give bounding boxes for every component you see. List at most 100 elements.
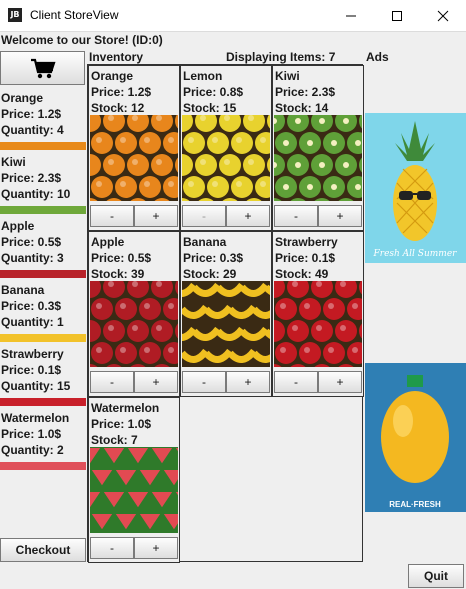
increase-button[interactable]: + xyxy=(134,371,178,393)
cart-item-image xyxy=(0,334,86,342)
increase-button[interactable]: + xyxy=(134,205,178,227)
cart-item-quantity: Quantity: 10 xyxy=(1,187,71,201)
product-card-kiwi: Kiwi Price: 2.3$ Stock: 14 - + xyxy=(272,65,364,231)
cart-item[interactable]: Banana Price: 0.3$ Quantity: 1 xyxy=(0,282,86,342)
product-price: Price: 1.0$ xyxy=(91,417,152,431)
decrease-button[interactable]: - xyxy=(182,205,226,227)
cart-item-image xyxy=(0,206,86,214)
maximize-button[interactable] xyxy=(374,0,420,31)
decrease-button[interactable]: - xyxy=(274,371,318,393)
product-stock: Stock: 12 xyxy=(91,101,145,115)
cart-item-quantity: Quantity: 2 xyxy=(1,443,64,457)
cart-item[interactable]: Apple Price: 0.5$ Quantity: 3 xyxy=(0,218,86,278)
cart-item[interactable]: Watermelon Price: 1.0$ Quantity: 2 xyxy=(0,410,86,470)
product-image xyxy=(182,281,270,367)
ad-caption: REAL·FRESH xyxy=(389,500,441,509)
product-card-lemon: Lemon Price: 0.8$ Stock: 15 - + xyxy=(180,65,272,231)
product-card-banana: Banana Price: 0.3$ Stock: 29 - + xyxy=(180,231,272,397)
cart-item-name: Strawberry xyxy=(1,347,64,361)
product-price: Price: 0.5$ xyxy=(91,251,152,265)
cart-item-name: Apple xyxy=(1,219,35,233)
ads-label: Ads xyxy=(366,50,389,64)
cart-item-price: Price: 2.3$ xyxy=(1,171,62,185)
increase-button[interactable]: + xyxy=(226,205,270,227)
product-stock: Stock: 7 xyxy=(91,433,138,447)
product-name: Apple xyxy=(91,235,125,249)
cart-item[interactable]: Kiwi Price: 2.3$ Quantity: 10 xyxy=(0,154,86,214)
product-name: Watermelon xyxy=(91,401,160,415)
close-icon xyxy=(437,10,449,22)
ad-pineapple[interactable]: Fresh All Summer xyxy=(365,113,466,263)
minimize-button[interactable] xyxy=(328,0,374,31)
cart-item-image xyxy=(0,270,86,278)
checkout-button[interactable]: Checkout xyxy=(0,538,86,562)
maximize-icon xyxy=(392,11,402,21)
product-name: Strawberry xyxy=(275,235,338,249)
cart-item[interactable]: Orange Price: 1.2$ Quantity: 4 xyxy=(0,90,86,150)
cart-item-image xyxy=(0,462,86,470)
close-button[interactable] xyxy=(420,0,466,31)
product-card-orange: Orange Price: 1.2$ Stock: 12 - + xyxy=(88,65,180,231)
cart-item-name: Orange xyxy=(1,91,44,105)
decrease-button[interactable]: - xyxy=(182,371,226,393)
product-price: Price: 0.3$ xyxy=(183,251,244,265)
product-stock: Stock: 49 xyxy=(275,267,329,281)
increase-button[interactable]: + xyxy=(226,371,270,393)
product-image xyxy=(90,115,178,201)
cart-item-price: Price: 1.0$ xyxy=(1,427,62,441)
quit-button[interactable]: Quit xyxy=(408,564,464,588)
welcome-message: Welcome to our Store! (ID:0) xyxy=(1,33,163,47)
ad-caption: Fresh All Summer xyxy=(373,249,458,259)
decrease-button[interactable]: - xyxy=(90,205,134,227)
decrease-button[interactable]: - xyxy=(90,371,134,393)
cart-item-price: Price: 1.2$ xyxy=(1,107,62,121)
shopping-cart-icon xyxy=(31,58,56,79)
product-stock: Stock: 14 xyxy=(275,101,329,115)
product-stock: Stock: 29 xyxy=(183,267,237,281)
product-stock: Stock: 15 xyxy=(183,101,237,115)
cart-item-quantity: Quantity: 4 xyxy=(1,123,64,137)
ad-orange[interactable]: REAL·FRESH xyxy=(365,363,466,512)
product-name: Kiwi xyxy=(275,69,300,83)
cart-item-price: Price: 0.1$ xyxy=(1,363,62,377)
cart-item-image xyxy=(0,398,86,406)
cart-item-image xyxy=(0,142,86,150)
cart-item-name: Watermelon xyxy=(1,411,70,425)
product-price: Price: 0.1$ xyxy=(275,251,336,265)
product-price: Price: 1.2$ xyxy=(91,85,152,99)
cart-item-price: Price: 0.3$ xyxy=(1,299,62,313)
decrease-button[interactable]: - xyxy=(90,537,134,559)
product-image xyxy=(274,281,362,367)
increase-button[interactable]: + xyxy=(318,371,362,393)
cart-button[interactable] xyxy=(0,51,85,85)
minimize-icon xyxy=(346,15,356,17)
app-icon: JB xyxy=(8,8,22,22)
title-bar: JB Client StoreView xyxy=(0,0,466,32)
cart-item[interactable]: Strawberry Price: 0.1$ Quantity: 15 xyxy=(0,346,86,406)
product-card-apple: Apple Price: 0.5$ Stock: 39 - + xyxy=(88,231,180,397)
product-image xyxy=(274,115,362,201)
cart-item-quantity: Quantity: 1 xyxy=(1,315,64,329)
product-name: Lemon xyxy=(183,69,223,83)
increase-button[interactable]: + xyxy=(318,205,362,227)
product-card-strawberry: Strawberry Price: 0.1$ Stock: 49 - + xyxy=(272,231,364,397)
product-card-watermelon: Watermelon Price: 1.0$ Stock: 7 - + xyxy=(88,397,180,563)
orange-bottle-ad-image: REAL·FRESH xyxy=(365,363,466,512)
inventory-title: Inventory xyxy=(89,50,144,64)
cart-item-quantity: Quantity: 15 xyxy=(1,379,71,393)
pineapple-ad-image: Fresh All Summer xyxy=(365,113,466,263)
product-stock: Stock: 39 xyxy=(91,267,145,281)
cart-item-price: Price: 0.5$ xyxy=(1,235,62,249)
cart-item-name: Banana xyxy=(1,283,45,297)
window-title: Client StoreView xyxy=(30,8,119,22)
cart-item-quantity: Quantity: 3 xyxy=(1,251,64,265)
product-price: Price: 0.8$ xyxy=(183,85,244,99)
product-name: Orange xyxy=(91,69,134,83)
increase-button[interactable]: + xyxy=(134,537,178,559)
product-image xyxy=(182,115,270,201)
product-image xyxy=(90,281,178,367)
product-name: Banana xyxy=(183,235,227,249)
displaying-items-count: Displaying Items: 7 xyxy=(226,50,336,64)
product-price: Price: 2.3$ xyxy=(275,85,336,99)
decrease-button[interactable]: - xyxy=(274,205,318,227)
